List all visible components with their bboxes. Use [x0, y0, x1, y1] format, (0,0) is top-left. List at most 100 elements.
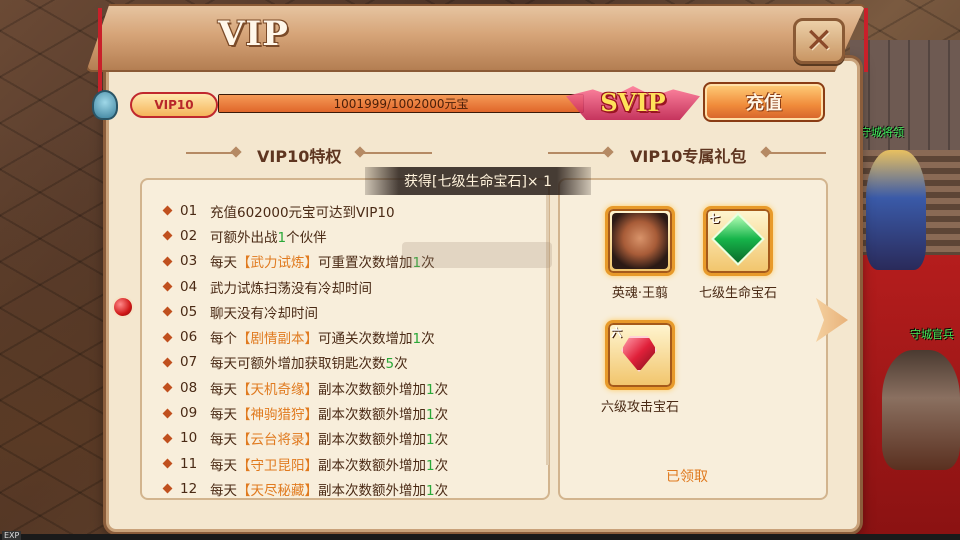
close-icon: ✕: [804, 21, 834, 61]
privilege-text: 武力试炼扫荡没有冷却时间: [210, 277, 372, 297]
svip-badge[interactable]: SVIP: [572, 80, 694, 124]
header-divider: [186, 152, 236, 154]
privilege-text-part: 副本次数额外增加: [318, 432, 426, 449]
privilege-text-part: 1: [277, 229, 287, 246]
privilege-text-part: 副本次数额外增加: [318, 457, 426, 474]
red-gem-icon: [621, 336, 657, 372]
privilege-text-part: 【云台将录】: [237, 432, 318, 449]
privilege-row: 09 每天【神驹猎狩】副本次数额外增加1次: [162, 400, 544, 425]
privilege-number: 07: [180, 354, 198, 371]
privilege-text-part: 【剧情副本】: [237, 331, 318, 348]
diamond-bullet-icon: [162, 357, 173, 368]
faded-overlay: [402, 242, 552, 268]
privilege-text-part: 次: [421, 331, 435, 348]
vip-level-badge: VIP10: [130, 92, 218, 118]
privilege-row: 04 武力试炼扫荡没有冷却时间: [162, 274, 544, 299]
privilege-text-part: 每天: [210, 457, 237, 474]
privilege-text: 每天【云台将录】副本次数额外增加1次: [210, 428, 448, 448]
privilege-number: 10: [180, 430, 198, 447]
diamond-bullet-icon: [162, 458, 173, 469]
privilege-number: 12: [180, 480, 198, 497]
privilege-text-part: 个伙伴: [286, 229, 327, 246]
gift-frame: 七: [703, 206, 773, 276]
privilege-text-part: 每天: [210, 432, 237, 449]
gift-frame: 六: [605, 320, 675, 390]
privilege-number: 09: [180, 405, 198, 422]
diamond-bullet-icon: [162, 256, 173, 267]
diamond-bullet-icon: [162, 483, 173, 494]
privilege-text-part: 1: [426, 432, 435, 449]
privilege-text-part: 可额外出战: [210, 229, 278, 246]
gift-frame: [605, 206, 675, 276]
privilege-text-part: 可通关次数增加: [318, 331, 413, 348]
privilege-text-part: 【天机奇缘】: [237, 381, 318, 398]
privilege-text-part: 次: [394, 356, 408, 373]
privilege-text: 聊天没有冷却时间: [210, 302, 318, 322]
privileges-header: VIP10特权: [257, 147, 342, 166]
privilege-text: 每天【天机奇缘】副本次数额外增加1次: [210, 378, 448, 398]
privilege-number: 08: [180, 379, 198, 396]
privilege-text-part: 5: [385, 356, 395, 373]
privilege-text: 每天【天尽秘藏】副本次数额外增加1次: [210, 479, 449, 499]
privilege-text: 每天可额外增加获取钥匙次数5次: [210, 352, 408, 372]
vip-emblem-icon: [92, 90, 118, 120]
gift-item-green-gem[interactable]: 七 七级生命宝石: [698, 206, 778, 301]
privilege-row: 11 每天【守卫昆阳】副本次数额外增加1次: [162, 451, 544, 476]
privilege-text-part: 每天: [210, 255, 237, 272]
npc-label-general[interactable]: 守城将领: [860, 124, 904, 140]
privilege-number: 03: [180, 253, 198, 270]
privilege-text-part: 【神驹猎狩】: [237, 407, 318, 424]
privileges-panel[interactable]: 01 充值602000元宝可达到VIP10 02 可额外出战1个伙伴 03 每天【武力试炼…: [140, 178, 550, 500]
prev-page-button[interactable]: [112, 296, 134, 318]
privilege-text-part: 【天尽秘藏】: [237, 482, 318, 499]
diamond-bullet-icon: [162, 306, 173, 317]
gift-item-red-gem[interactable]: 六 六级攻击宝石: [600, 320, 680, 415]
recharge-button[interactable]: 充值: [703, 82, 825, 122]
gift-name: 英魂·王翦: [611, 286, 669, 301]
privilege-text-part: 次: [434, 381, 449, 398]
claimed-status: 已领取: [666, 469, 708, 485]
privilege-text-part: 次: [434, 482, 449, 499]
privilege-number: 04: [180, 278, 198, 295]
privilege-text-part: 每天: [210, 381, 237, 398]
diamond-bullet-icon: [162, 332, 173, 343]
title-banner: [86, 4, 866, 72]
privilege-text: 充值602000元宝可达到VIP10: [210, 201, 395, 221]
gift-name: 七级生命宝石: [698, 286, 777, 301]
privilege-text-part: 武力试炼扫荡没有冷却时间: [210, 280, 372, 297]
gift-name: 六级攻击宝石: [600, 400, 679, 415]
privilege-text-part: 每天: [210, 407, 237, 424]
exp-label: EXP: [2, 531, 22, 540]
privilege-text-part: 副本次数额外增加: [318, 407, 426, 424]
gem-level-tag: 七: [709, 212, 720, 225]
privilege-row: 01 充值602000元宝可达到VIP10: [162, 198, 544, 223]
privilege-row: 06 每个【剧情副本】可通关次数增加1次: [162, 324, 544, 349]
close-button[interactable]: ✕: [793, 18, 845, 64]
header-divider: [362, 152, 432, 154]
privilege-text-part: 聊天没有冷却时间: [210, 305, 318, 322]
privilege-text-part: 1: [426, 482, 435, 499]
privilege-text-part: 副本次数额外增加: [318, 482, 426, 499]
privilege-text: 每天【守卫昆阳】副本次数额外增加1次: [210, 454, 448, 474]
exp-bar: [0, 534, 960, 540]
privilege-text-part: 1: [426, 457, 435, 474]
privilege-text-part: 副本次数额外增加: [318, 381, 426, 398]
privilege-text-part: 每个: [210, 331, 237, 348]
privilege-text-part: 次: [434, 407, 449, 424]
privilege-text-part: 1: [426, 407, 435, 424]
privilege-text: 可额外出战1个伙伴: [210, 226, 327, 246]
privilege-text-part: 【守卫昆阳】: [237, 457, 318, 474]
privilege-text: 每个【剧情副本】可通关次数增加1次: [210, 327, 435, 347]
diamond-bullet-icon: [162, 281, 173, 292]
diamond-bullet-icon: [162, 205, 173, 216]
npc-general-sprite[interactable]: [866, 150, 926, 270]
privilege-text-part: 可重置次数增加: [318, 255, 413, 272]
gift-item-hero[interactable]: 英魂·王翦: [600, 206, 680, 301]
privilege-row: 07 每天可额外增加获取钥匙次数5次: [162, 350, 544, 375]
npc-soldier-sprite[interactable]: [882, 350, 960, 470]
npc-label-soldier[interactable]: 守城官兵: [910, 326, 954, 342]
vip-progress-bar: 1001999/1002000元宝: [218, 94, 584, 113]
diamond-bullet-icon: [162, 433, 173, 444]
privilege-number: 02: [180, 227, 198, 244]
privileges-scrollbar[interactable]: [546, 195, 549, 465]
